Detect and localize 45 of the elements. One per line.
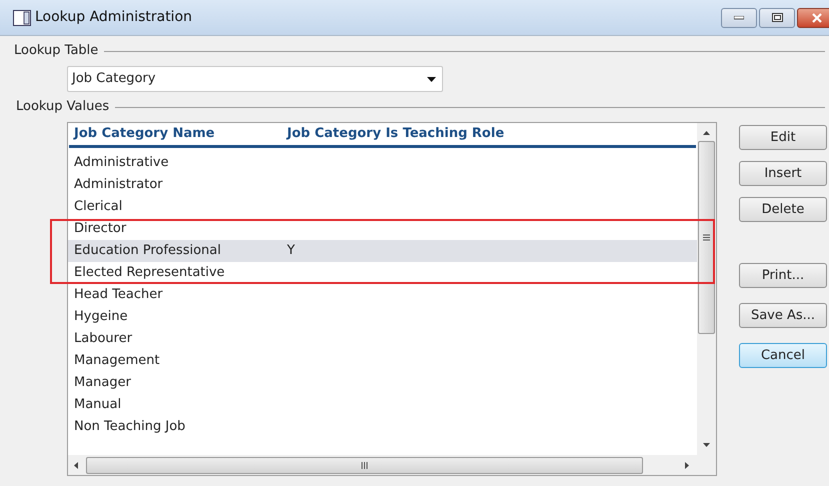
close-icon [812,12,822,22]
scroll-left-icon [74,462,78,468]
window-icon [13,10,31,26]
table-cell-text: Non Teaching Job [73,418,186,436]
action-button[interactable]: Save As... [739,303,827,328]
table-cell-text: Education Professional [73,242,222,260]
scrollbar-thumb[interactable] [86,456,643,474]
maximize-button[interactable] [759,8,795,28]
table-cell-text: Administrative [73,154,170,172]
close-button[interactable] [797,8,829,28]
scroll-down-icon [703,443,710,447]
action-button[interactable]: Insert [739,161,827,186]
vertical-scrollbar[interactable] [697,123,716,455]
table-cell-text: Hygeine [73,308,129,326]
minimize-icon [734,16,744,20]
column-header[interactable]: Job Category Name [69,124,282,144]
action-button[interactable]: Cancel [739,343,827,368]
group-label: Lookup Table [14,42,98,60]
table-cell-text: Labourer [73,330,134,348]
table-row[interactable]: Education Professional Y [68,240,697,262]
table-cell-text: Manager [73,374,132,392]
table-cell-text: Director [73,220,128,238]
grip-icon [703,234,710,241]
table-cell-text: Manual [73,396,122,414]
table-cell-text: Administrator [73,176,164,194]
grip-icon [361,462,368,468]
action-button[interactable]: Edit [739,125,827,150]
table-cell-text: Clerical [73,198,124,216]
scroll-right-icon [685,462,689,468]
maximize-icon [772,13,782,22]
table-cell-text: Elected Representative [73,264,226,282]
action-button[interactable]: Print... [739,263,827,288]
table-cell-text: Y [286,242,295,260]
table-cell-text: Management [73,352,161,370]
horizontal-scrollbar[interactable] [68,455,716,475]
window-title: Lookup Administration [35,8,192,27]
table-cell-text: Head Teacher [73,286,164,304]
column-header[interactable]: Job Category Is Teaching Role [282,124,504,144]
scrollbar-thumb[interactable] [698,141,715,334]
action-button[interactable]: Delete [739,197,827,222]
dropdown-arrow-icon [427,76,436,82]
lookup-table-dropdown[interactable]: Job Category [67,66,443,92]
group-label: Lookup Values [16,98,110,116]
minimize-button[interactable] [721,8,757,28]
scroll-up-icon [703,131,710,135]
